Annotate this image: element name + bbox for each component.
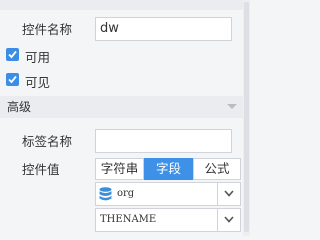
visible-checkbox[interactable] [6,73,19,86]
widget-name-input[interactable]: dw [95,17,232,41]
database-icon [99,187,112,201]
widget-name-label: 控件名称 [22,22,73,37]
advanced-section-title: 高级 [7,100,32,114]
dataset-dropdown-button[interactable] [217,183,240,205]
check-icon [8,75,17,84]
collapse-caret-icon[interactable] [227,104,237,109]
column-value: THENAME [100,214,157,225]
tag-name-label: 标签名称 [22,134,73,149]
scrollbar-thumb[interactable] [244,2,249,232]
enabled-label: 可用 [25,50,51,65]
dataset-select[interactable]: org [95,182,241,206]
tab-field[interactable]: 字段 [144,158,193,180]
enabled-checkbox[interactable] [6,48,19,61]
tab-string[interactable]: 字符串 [95,158,144,180]
advanced-section-header[interactable]: 高级 [0,96,243,118]
scrollbar[interactable] [243,0,250,236]
chevron-down-icon [224,190,234,197]
dataset-value: org [117,188,135,199]
column-dropdown-button[interactable] [217,209,240,231]
column-select[interactable]: THENAME [95,208,241,232]
widget-value-label: 控件值 [22,162,60,177]
chevron-down-icon [224,216,234,223]
basic-section-header[interactable]: 基本 [0,0,243,10]
tag-name-input[interactable] [95,129,232,153]
visible-label: 可见 [25,75,51,90]
tab-formula[interactable]: 公式 [193,158,241,180]
check-icon [8,50,17,59]
